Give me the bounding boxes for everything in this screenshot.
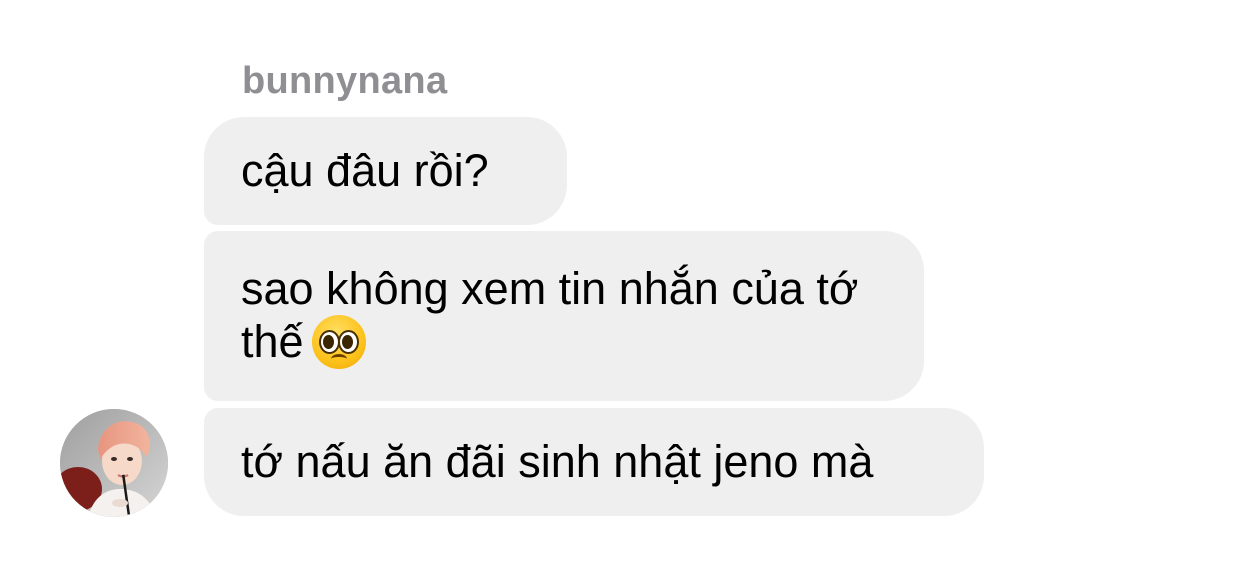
message-text: cậu đâu rồi? [241, 145, 489, 196]
message-bubble[interactable]: sao không xem tin nhắn của tớ thế [204, 231, 924, 401]
sender-name[interactable]: bunnynana [242, 58, 447, 104]
pleading-face-emoji-icon [311, 315, 366, 369]
message-text-wrap: sao không xem tin nhắn của tớ thế [241, 263, 887, 369]
profile-photo-icon [60, 409, 168, 517]
message-text: tớ nấu ăn đãi sinh nhật jeno mà [241, 436, 874, 487]
sender-avatar[interactable] [60, 409, 168, 517]
message-bubble[interactable]: tớ nấu ăn đãi sinh nhật jeno mà [204, 408, 984, 516]
message-bubble[interactable]: cậu đâu rồi? [204, 117, 567, 225]
